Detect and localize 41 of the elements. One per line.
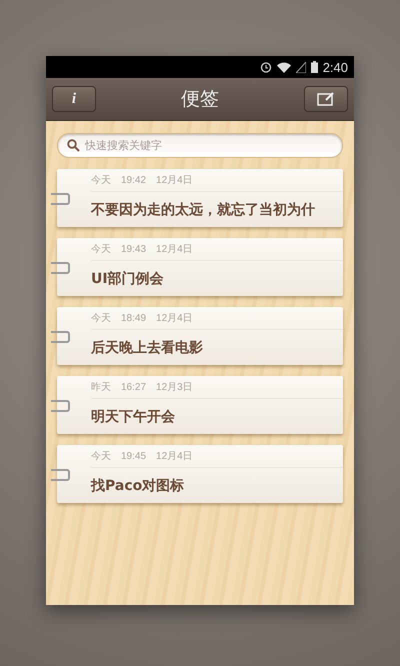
note-date: 12月4日 <box>156 174 193 187</box>
note-day: 今天 <box>91 449 111 463</box>
note-day: 昨天 <box>91 380 111 394</box>
note-time: 18:49 <box>121 312 146 324</box>
note-day: 今天 <box>91 173 111 187</box>
note-card[interactable]: 今天 19:43 12月4日 UI部门例会 <box>57 238 343 296</box>
clip-icon <box>50 331 70 343</box>
note-text: 找Paco对图标 <box>91 476 184 494</box>
clip-icon <box>50 400 70 412</box>
app-title: 便签 <box>181 87 219 112</box>
note-date: 12月4日 <box>156 312 193 325</box>
wifi-icon <box>276 62 291 72</box>
note-text: 不要因为走的太远，就忘了当初为什 <box>91 200 315 218</box>
note-card[interactable]: 今天 19:45 12月4日 找Paco对图标 <box>57 445 343 503</box>
note-date: 12月4日 <box>156 243 193 256</box>
note-day: 今天 <box>91 242 111 256</box>
clock-time: 2:40 <box>322 60 348 74</box>
search-icon <box>67 139 80 152</box>
new-note-button[interactable] <box>304 86 348 112</box>
note-time: 19:45 <box>121 450 146 462</box>
clip-icon <box>50 262 70 274</box>
search-field[interactable]: 快速搜索关键字 <box>57 133 343 158</box>
note-card[interactable]: 今天 18:49 12月4日 后天晚上去看电影 <box>57 307 343 365</box>
note-day: 今天 <box>91 311 111 325</box>
note-time: 16:27 <box>121 382 146 392</box>
clip-icon <box>50 469 70 481</box>
signal-icon <box>296 62 306 72</box>
note-date: 12月3日 <box>156 381 193 394</box>
clip-icon <box>50 193 70 205</box>
note-card[interactable]: 今天 19:42 12月4日 不要因为走的太远，就忘了当初为什 <box>57 169 343 227</box>
note-time: 19:42 <box>121 174 146 186</box>
note-text: 明天下午开会 <box>91 408 175 426</box>
info-button[interactable]: i <box>52 86 96 112</box>
battery-icon <box>310 61 318 73</box>
note-time: 19:43 <box>121 244 146 254</box>
compose-icon <box>317 92 335 106</box>
note-text: 后天晚上去看电影 <box>91 338 203 356</box>
note-date: 12月4日 <box>156 450 193 463</box>
note-text: UI部门例会 <box>91 270 164 288</box>
note-card[interactable]: 昨天 16:27 12月3日 明天下午开会 <box>57 376 343 434</box>
alarm-icon <box>260 61 272 73</box>
